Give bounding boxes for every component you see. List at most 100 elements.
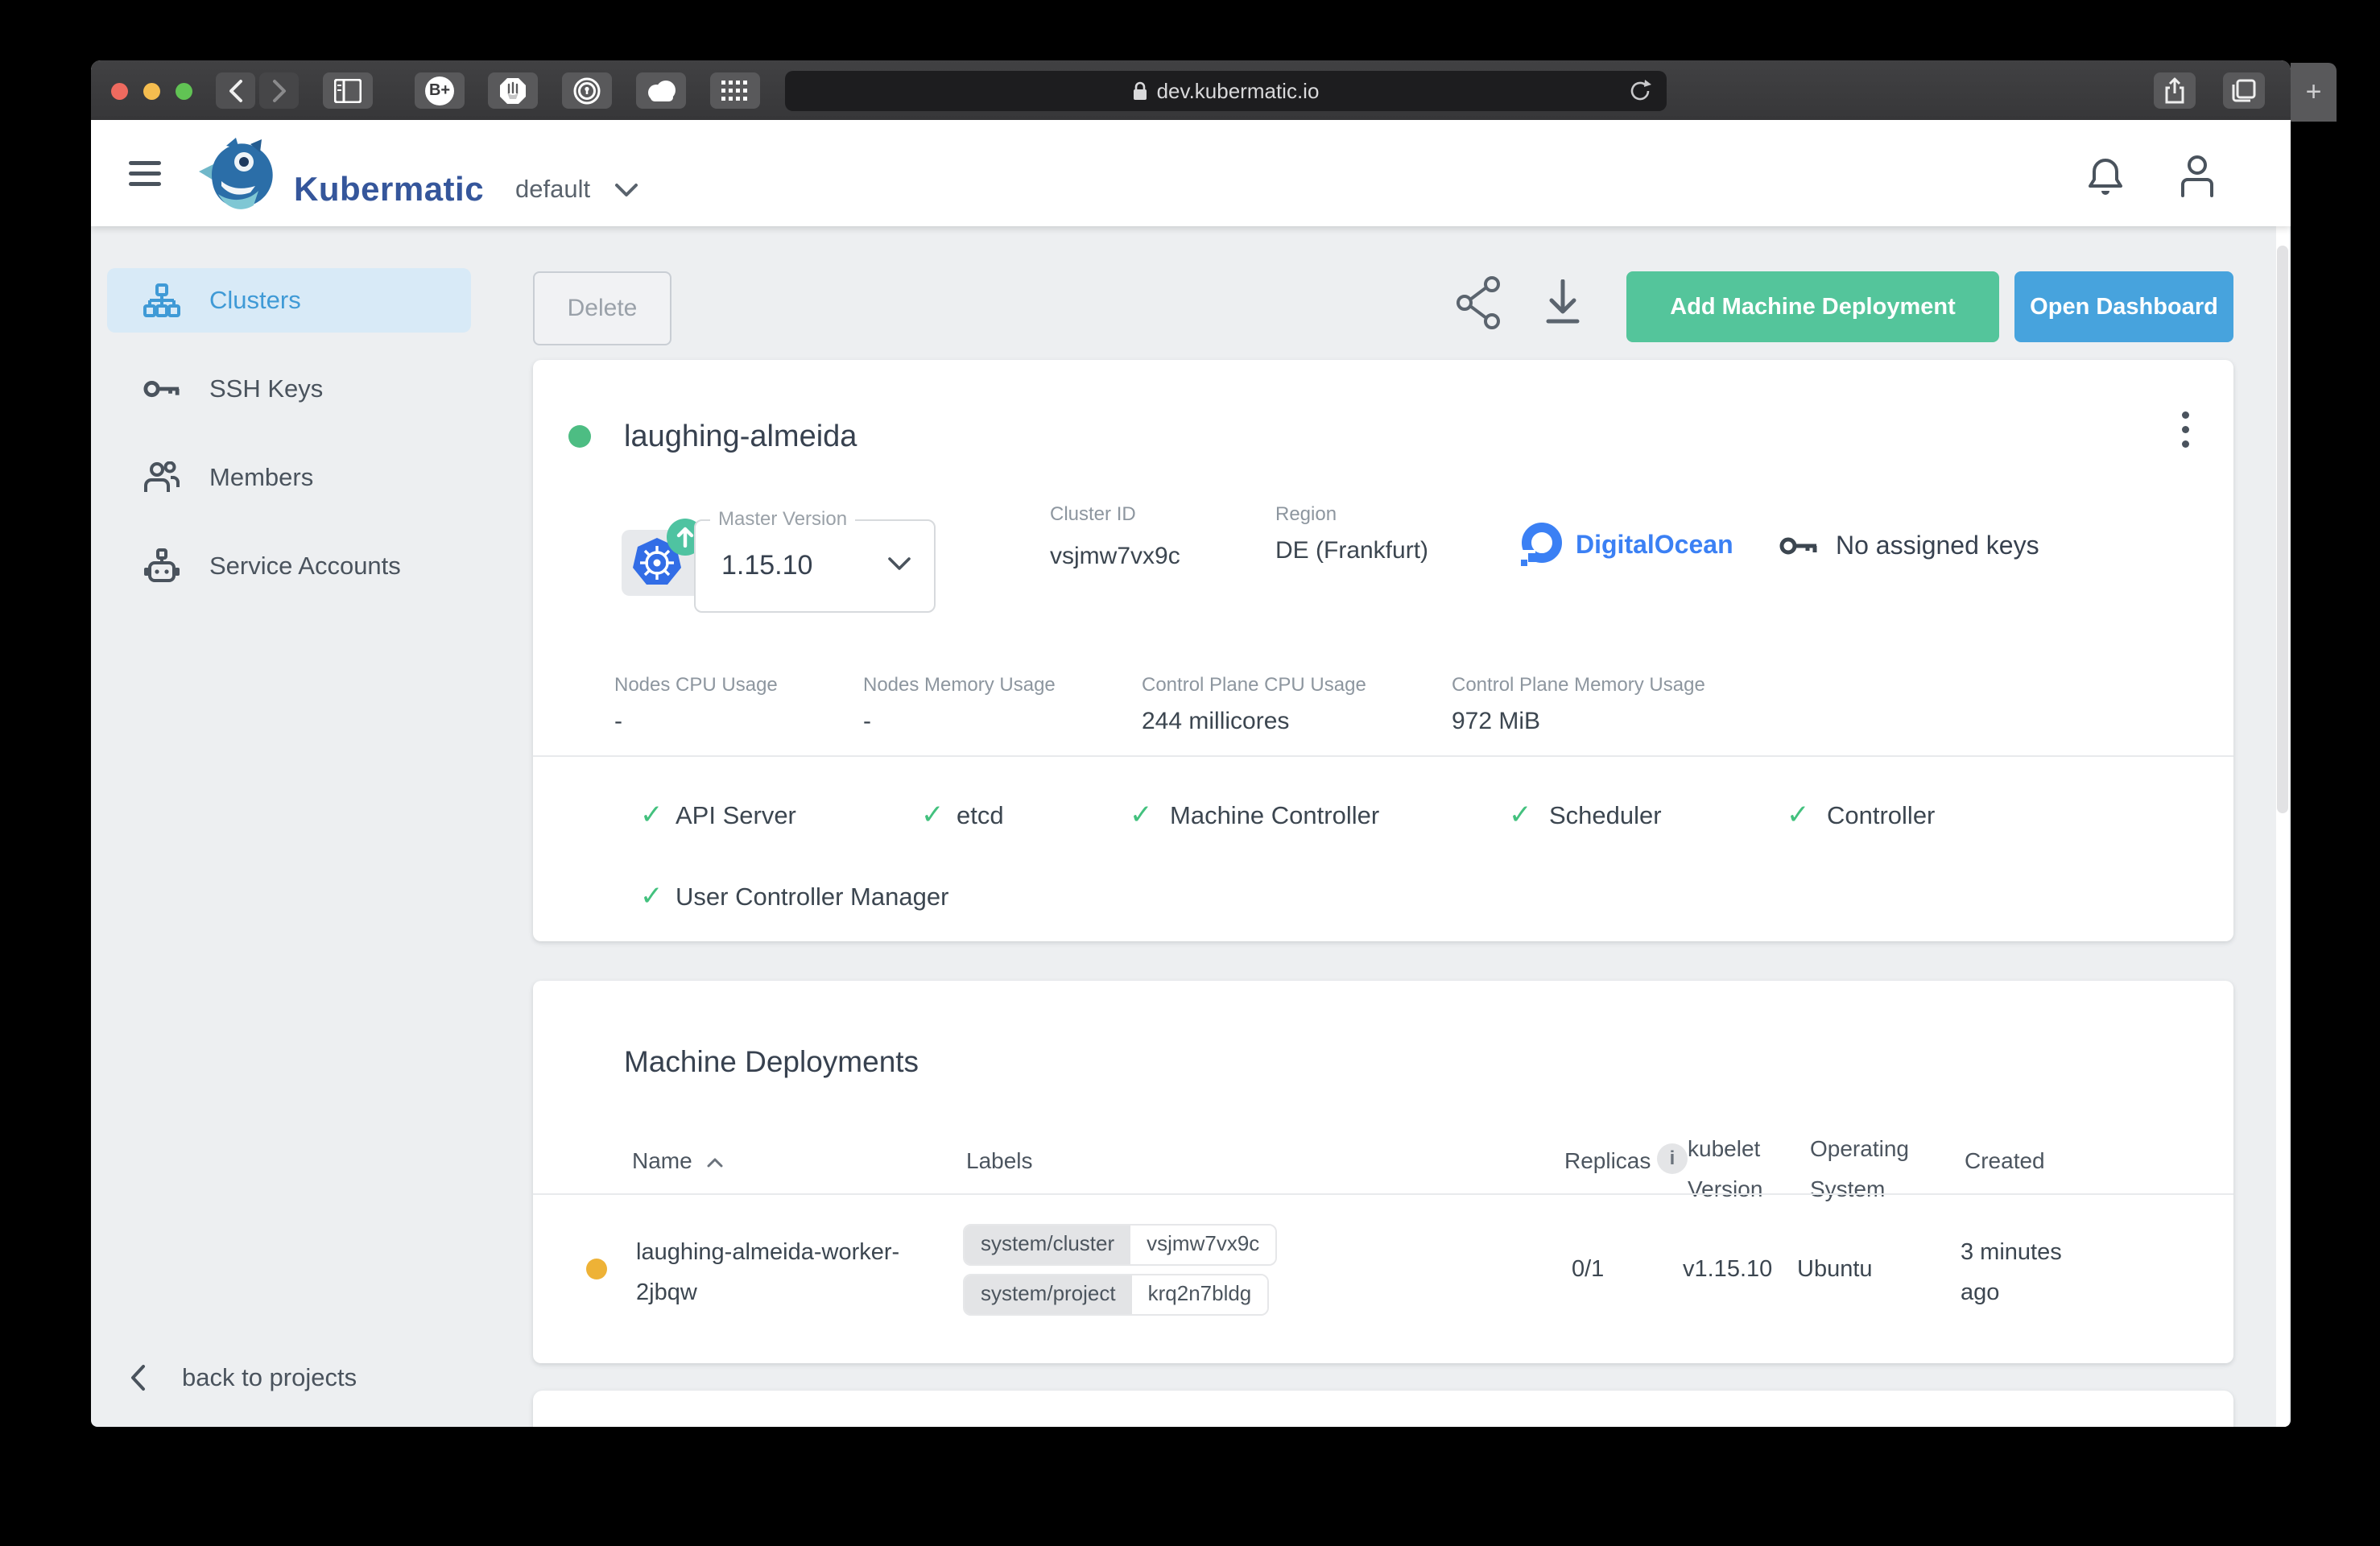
health-label: Machine Controller — [1170, 801, 1379, 830]
sidebar-icon — [334, 79, 362, 103]
cloud-icon — [644, 79, 678, 103]
back-button[interactable] — [216, 72, 255, 109]
ssh-keys-text: No assigned keys — [1836, 531, 2039, 560]
new-tab-button[interactable]: + — [2291, 63, 2337, 122]
sidebar-item-label: Clusters — [209, 286, 301, 315]
column-header-name[interactable]: Name — [632, 1148, 724, 1174]
health-label: API Server — [676, 801, 796, 830]
page-scrollbar[interactable] — [2276, 120, 2289, 1427]
label-key: system/project — [965, 1275, 1132, 1314]
hand-stop-icon — [498, 76, 527, 105]
forward-button[interactable] — [259, 72, 299, 109]
region-value: DE (Frankfurt) — [1275, 537, 1428, 564]
address-bar[interactable]: dev.kubermatic.io — [785, 71, 1667, 111]
project-name: default — [515, 175, 590, 203]
deployment-kubelet-version: v1.15.10 — [1683, 1256, 1772, 1283]
health-check-icon: ✓ — [1130, 799, 1153, 831]
sidebar-item-clusters[interactable]: Clusters — [107, 268, 471, 333]
chevron-down-icon[interactable] — [614, 183, 638, 199]
health-label: etcd — [957, 801, 1004, 830]
sidebar-item-ssh-keys[interactable]: SSH Keys — [107, 357, 471, 421]
sort-ascending-icon — [706, 1157, 724, 1168]
reload-icon[interactable] — [1628, 78, 1652, 104]
health-label: Controller — [1827, 801, 1935, 830]
sidebar-item-label: Service Accounts — [209, 552, 401, 581]
share-cluster-icon[interactable] — [1457, 276, 1502, 329]
sidebar-item-label: SSH Keys — [209, 374, 323, 403]
stat-label: Nodes Memory Usage — [863, 674, 1056, 697]
label-value: vsjmw7vx9c — [1130, 1226, 1275, 1264]
stat-value: 244 millicores — [1142, 708, 1289, 735]
kubernetes-tile — [622, 530, 694, 596]
machine-deployments-title: Machine Deployments — [624, 1045, 919, 1079]
project-selector[interactable]: default — [515, 175, 590, 204]
health-label: User Controller Manager — [676, 883, 948, 911]
robot-icon — [143, 548, 180, 584]
stat-value: 972 MiB — [1452, 708, 1540, 735]
grid-icon — [721, 80, 750, 102]
deployment-status-dot — [586, 1259, 607, 1279]
next-card-partial — [533, 1391, 2233, 1427]
extension-grid-button[interactable] — [710, 72, 760, 109]
app-header: Kubermatic default — [91, 120, 2291, 226]
extension-bplus-button[interactable]: B+ — [415, 72, 465, 109]
minimize-window-button[interactable] — [143, 83, 160, 100]
maximize-window-button[interactable] — [176, 83, 192, 100]
sidebar-toggle-button[interactable] — [323, 72, 373, 109]
delete-cluster-button[interactable]: Delete — [533, 271, 671, 345]
key-icon — [143, 378, 180, 400]
stat-label: Control Plane Memory Usage — [1452, 674, 1705, 697]
health-check-icon: ✓ — [1509, 799, 1532, 831]
close-window-button[interactable] — [111, 83, 128, 100]
cluster-name: laughing-almeida — [624, 420, 857, 454]
tabs-icon — [2231, 78, 2257, 104]
column-header-replicas: Replicas — [1564, 1148, 1651, 1174]
scrollbar-thumb[interactable] — [2277, 246, 2288, 813]
keyhole-icon — [572, 76, 601, 105]
deployment-created: 3 minutes ago — [1961, 1232, 2089, 1312]
key-icon — [1779, 535, 1818, 557]
replicas-info-icon[interactable]: i — [1657, 1143, 1688, 1174]
deployment-os: Ubuntu — [1797, 1256, 1873, 1283]
share-page-button[interactable] — [2154, 72, 2196, 109]
deployment-replicas: 0/1 — [1572, 1256, 1604, 1283]
table-divider — [533, 1193, 2233, 1195]
provider-name: DigitalOcean — [1576, 530, 1733, 560]
master-version-select[interactable]: Master Version 1.15.10 — [694, 519, 936, 613]
stat-label: Control Plane CPU Usage — [1142, 674, 1366, 697]
extension-cloud-button[interactable] — [636, 72, 686, 109]
back-to-projects-link[interactable]: back to projects — [129, 1363, 357, 1392]
delete-button-label: Delete — [568, 295, 638, 322]
region-label: Region — [1275, 503, 1337, 526]
browser-toolbar: B+ — [91, 60, 2291, 121]
column-header-name-label: Name — [632, 1148, 692, 1173]
health-check-icon: ✓ — [921, 799, 944, 831]
column-header-labels: Labels — [966, 1148, 1033, 1174]
sidebar-item-service-accounts[interactable]: Service Accounts — [107, 534, 471, 598]
download-kubeconfig-icon[interactable] — [1543, 279, 1582, 328]
sidebar-item-members[interactable]: Members — [107, 445, 471, 510]
arrow-up-icon — [676, 527, 694, 548]
label-chip: system/cluster vsjmw7vx9c — [963, 1224, 1277, 1266]
extension-blocker-button[interactable] — [488, 72, 538, 109]
health-check-icon: ✓ — [640, 799, 663, 831]
card-divider — [533, 755, 2233, 757]
sidebar-item-label: Members — [209, 463, 313, 492]
deployment-name: laughing-almeida-worker-2jbqw — [636, 1232, 916, 1312]
chevron-down-icon — [887, 556, 911, 573]
open-dashboard-button[interactable]: Open Dashboard — [2014, 271, 2233, 342]
browser-window: B+ — [91, 60, 2291, 1427]
cluster-id-value: vsjmw7vx9c — [1050, 537, 1188, 576]
members-icon — [143, 461, 180, 494]
master-version-value: 1.15.10 — [721, 550, 812, 581]
tab-overview-button[interactable] — [2223, 72, 2265, 109]
user-account-icon[interactable] — [2176, 154, 2218, 199]
extension-password-button[interactable] — [562, 72, 612, 109]
add-machine-deployment-button[interactable]: Add Machine Deployment — [1626, 271, 1999, 342]
cluster-menu-button[interactable] — [2172, 404, 2198, 455]
cluster-card: laughing-almeida — [533, 360, 2233, 941]
cluster-id-label: Cluster ID — [1050, 503, 1136, 526]
hamburger-menu-button[interactable] — [129, 155, 161, 192]
add-machine-deployment-label: Add Machine Deployment — [1670, 294, 1956, 320]
notifications-bell-icon[interactable] — [2086, 155, 2125, 197]
